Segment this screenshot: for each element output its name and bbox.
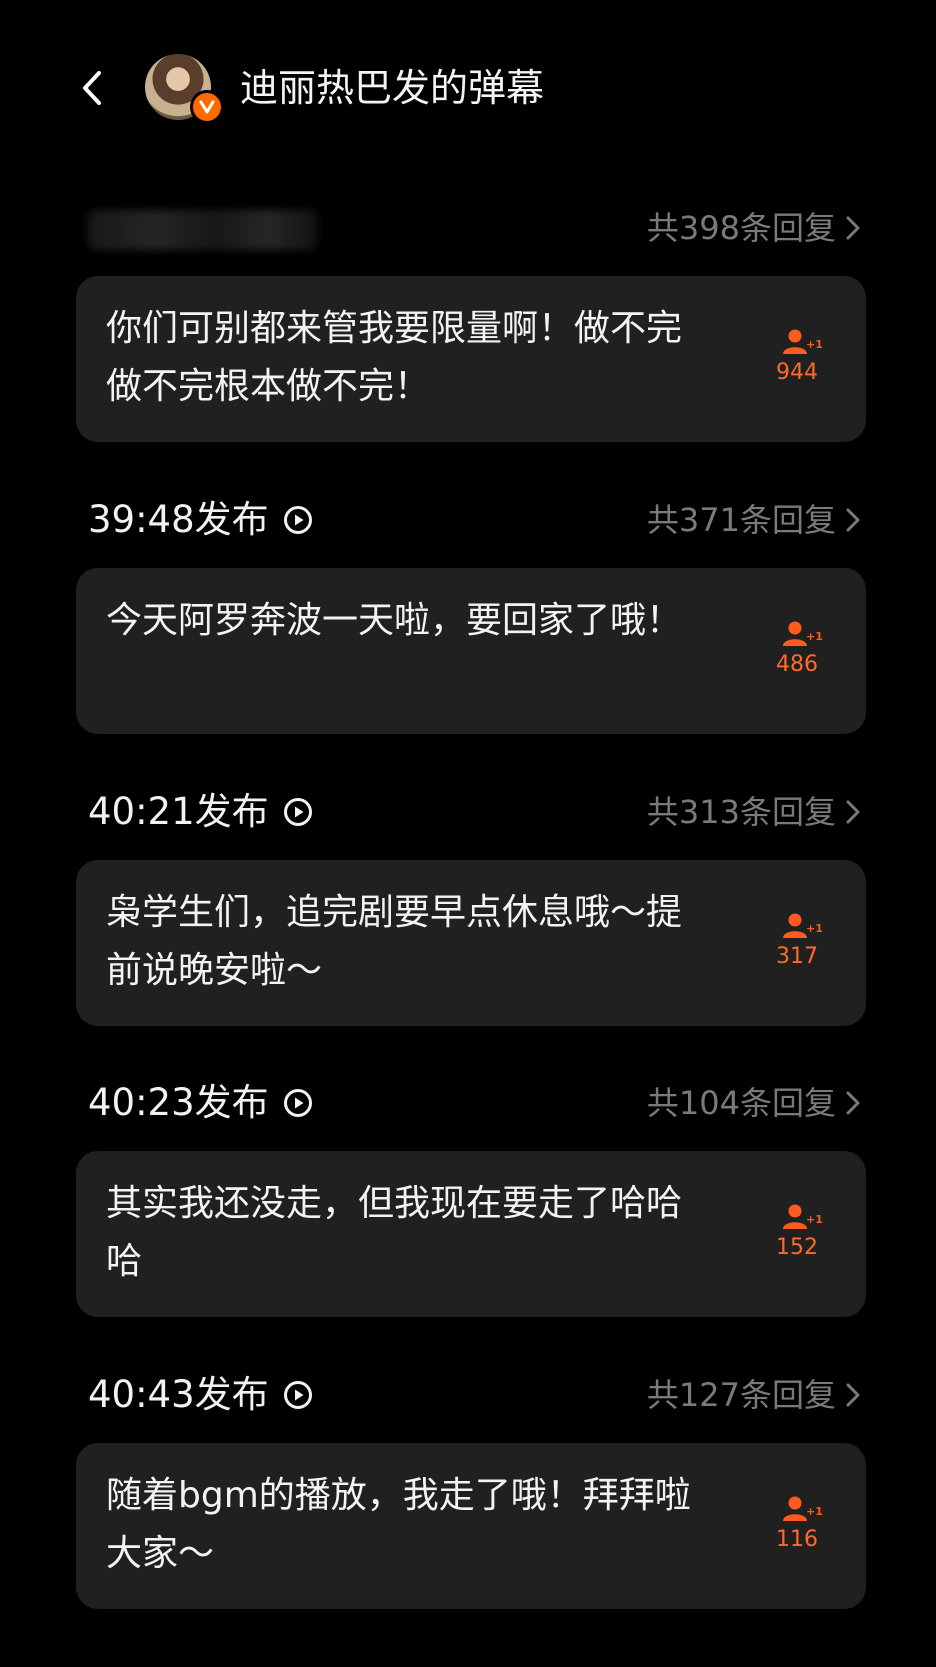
chevron-right-icon [846,1383,860,1407]
user-plus-one-icon: +1 [783,329,823,354]
reply-count-link[interactable]: 共104条回复 [647,1077,862,1129]
danmaku-card[interactable]: 随着bgm的播放，我走了哦！拜拜啦大家～ +1 116 [76,1443,866,1609]
publish-time-label: 39:48发布 [88,498,269,541]
danmaku-card[interactable]: 其实我还没走，但我现在要走了哈哈哈 +1 152 [76,1151,866,1317]
plus-one-button[interactable]: +1 317 [752,912,842,976]
reply-count-label: 共398条回复 [646,209,836,247]
plus-one-count: 116 [776,1527,818,1552]
danmaku-meta-row: 共398条回复 [76,198,866,262]
reply-count-label: 共371条回复 [646,501,836,539]
play-circle-icon [283,798,312,826]
danmaku-card[interactable]: 枭学生们，追完剧要早点休息哦～提前说晚安啦～ +1 317 [76,860,866,1026]
danmaku-text: 枭学生们，追完剧要早点休息哦～提前说晚安啦～ [106,892,683,991]
chevron-right-icon [846,800,860,824]
page-title: 迪丽热巴发的弹幕 [240,66,545,110]
reply-count-label: 共313条回复 [646,793,836,831]
svg-text:+1: +1 [806,1505,823,1518]
play-circle-icon [283,1089,312,1117]
top-bar: 迪丽热巴发的弹幕 [0,40,936,136]
chevron-right-icon [846,508,860,532]
user-plus-one-icon: +1 [783,913,823,938]
danmaku-text: 其实我还没走，但我现在要走了哈哈哈 [106,1183,683,1282]
publish-time-label: 40:43发布 [88,1373,269,1416]
danmaku-text: 随着bgm的播放，我走了哦！拜拜啦大家～ [106,1475,691,1574]
reply-count-label: 共127条回复 [646,1376,836,1414]
danmaku-item: 39:48发布 共371条回复 今天阿罗奔波一天啦，要回家了哦！ +1 486 [76,490,866,734]
publish-time-link[interactable]: 40:43发布 [88,1369,313,1421]
plus-one-button[interactable]: +1 944 [752,328,842,392]
plus-one-count: 486 [776,652,818,677]
chevron-left-icon [83,71,101,105]
plus-one-button[interactable]: +1 486 [752,620,842,684]
svg-text:+1: +1 [806,630,823,643]
reply-count-link[interactable]: 共371条回复 [647,494,862,546]
publish-time-link[interactable]: 39:48发布 [88,494,313,546]
danmaku-meta-row: 40:21发布 共313条回复 [76,782,866,846]
svg-text:+1: +1 [806,338,823,351]
blurred-timestamp [88,210,318,250]
user-plus-one-icon: +1 [783,1496,823,1521]
danmaku-meta-row: 40:23发布 共104条回复 [76,1073,866,1137]
user-plus-one-icon: +1 [783,1204,823,1229]
chevron-right-icon [846,1091,860,1115]
profile-avatar-button[interactable] [145,54,229,126]
publish-time-label: 40:21发布 [88,790,269,833]
danmaku-text: 今天阿罗奔波一天啦，要回家了哦！ [106,600,683,641]
plus-one-button[interactable]: +1 152 [752,1203,842,1267]
reply-count-link[interactable]: 共313条回复 [647,786,862,838]
reply-count-link[interactable]: 共398条回复 [647,202,862,254]
danmaku-item: 40:23发布 共104条回复 其实我还没走，但我现在要走了哈哈哈 +1 152 [76,1073,866,1317]
danmaku-item: 40:43发布 共127条回复 随着bgm的播放，我走了哦！拜拜啦大家～ +1 … [76,1365,866,1609]
danmaku-card[interactable]: 今天阿罗奔波一天啦，要回家了哦！ +1 486 [76,568,866,734]
play-circle-icon [283,1381,312,1409]
play-circle-icon [283,506,312,534]
plus-one-button[interactable]: +1 116 [752,1495,842,1559]
plus-one-count: 944 [776,360,818,385]
danmaku-card[interactable]: 你们可别都来管我要限量啊！做不完做不完根本做不完！ +1 944 [76,276,866,442]
svg-text:+1: +1 [806,1213,823,1226]
danmaku-item: 40:21发布 共313条回复 枭学生们，追完剧要早点休息哦～提前说晚安啦～ +… [76,782,866,1026]
plus-one-count: 317 [776,944,818,969]
publish-time-link[interactable]: 40:21发布 [88,786,313,838]
danmaku-meta-row: 39:48发布 共371条回复 [76,490,866,554]
reply-count-link[interactable]: 共127条回复 [647,1369,862,1421]
danmaku-text: 你们可别都来管我要限量啊！做不完做不完根本做不完！ [106,308,683,407]
reply-count-label: 共104条回复 [646,1084,836,1122]
back-button[interactable] [72,64,112,112]
publish-time-label: 40:23发布 [88,1081,269,1124]
danmaku-meta-row: 40:43发布 共127条回复 [76,1365,866,1429]
chevron-right-icon [846,216,860,240]
verified-badge-icon [190,90,224,124]
danmaku-item: 共398条回复 你们可别都来管我要限量啊！做不完做不完根本做不完！ +1 944 [76,198,866,442]
svg-text:+1: +1 [806,922,823,935]
plus-one-count: 152 [776,1235,818,1260]
publish-time-link[interactable]: 40:23发布 [88,1077,313,1129]
user-plus-one-icon: +1 [783,621,823,646]
